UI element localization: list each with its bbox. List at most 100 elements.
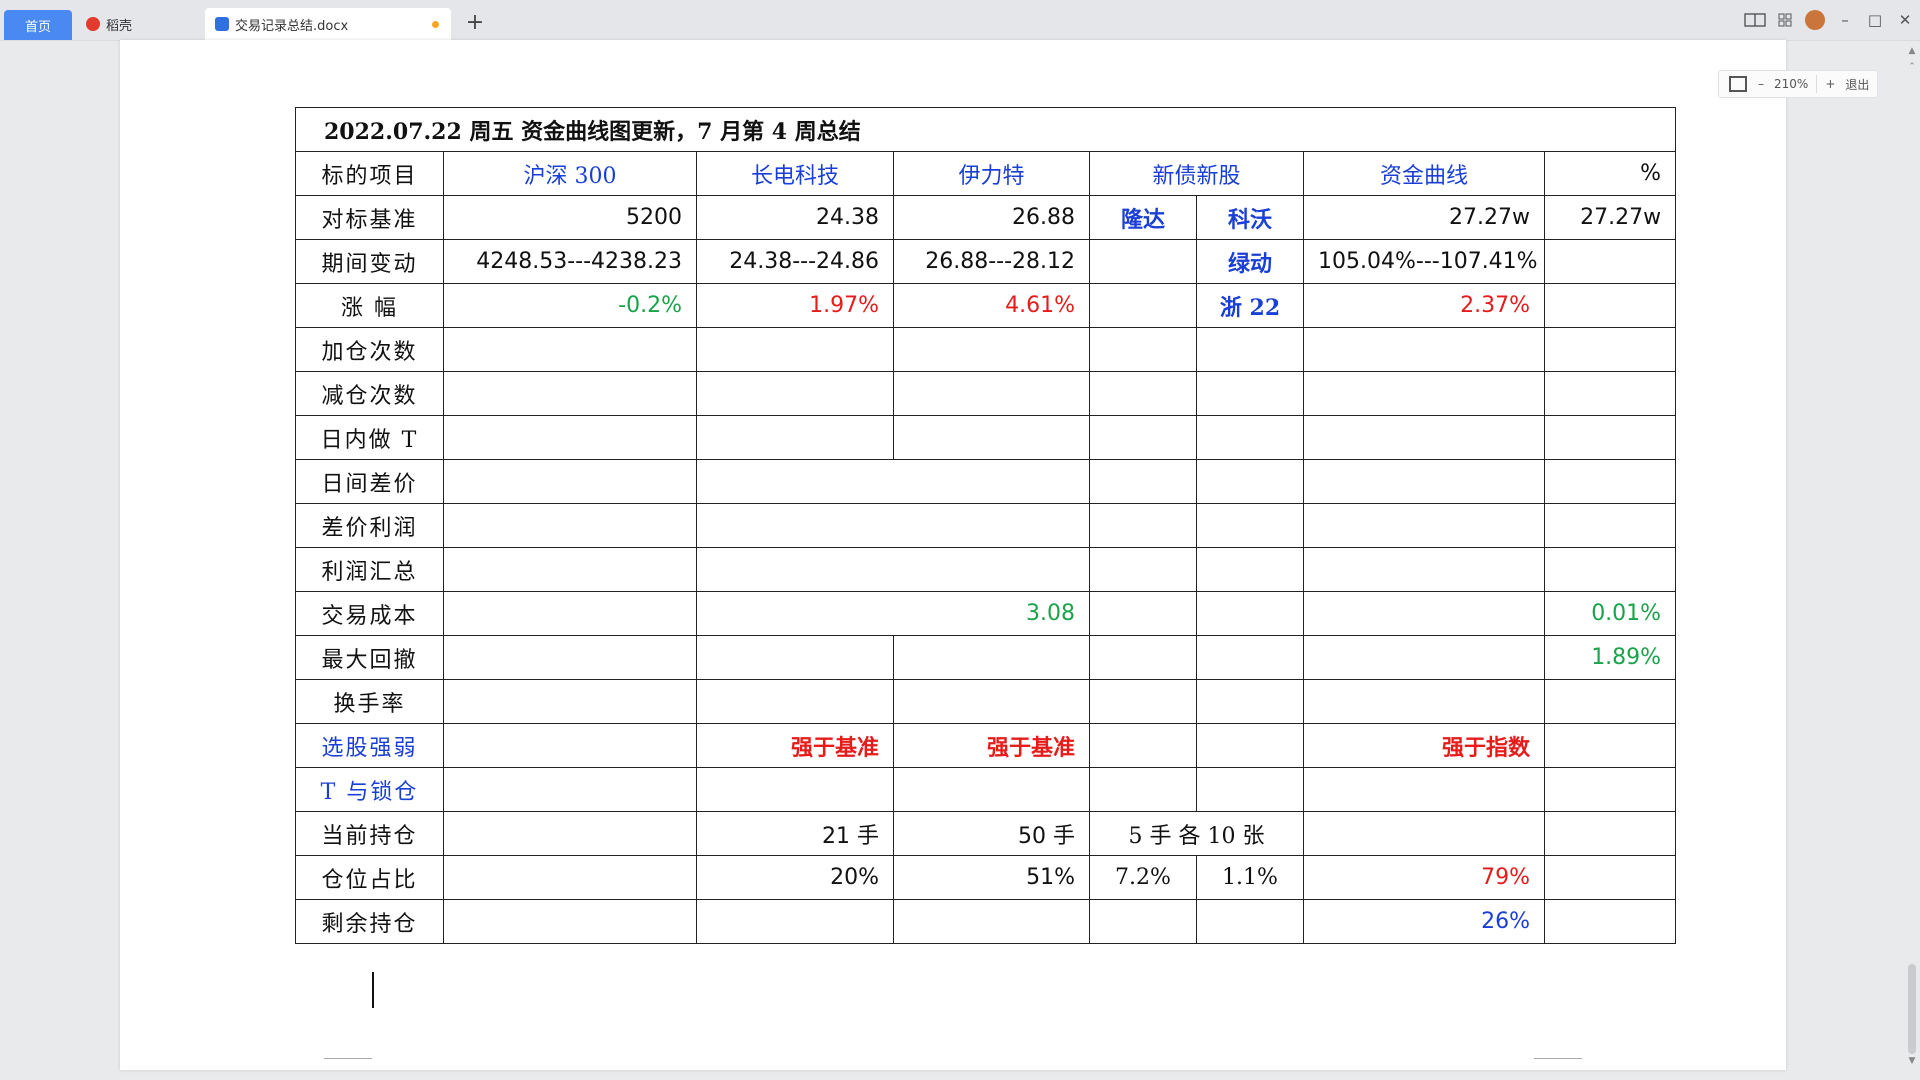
row-label[interactable]: 对标基准 bbox=[295, 195, 444, 240]
table-cell[interactable]: 1.89% bbox=[1543, 635, 1677, 680]
table-cell[interactable] bbox=[1543, 767, 1677, 812]
row-label[interactable]: 仓位占比 bbox=[295, 855, 444, 900]
table-cell[interactable] bbox=[1543, 723, 1677, 768]
layout-toggle-icon[interactable] bbox=[1740, 6, 1770, 34]
table-cell[interactable]: 24.38---24.86 bbox=[696, 239, 894, 284]
table-cell[interactable] bbox=[1089, 723, 1197, 768]
table-cell[interactable] bbox=[696, 371, 894, 416]
table-cell[interactable]: 强于指数 bbox=[1303, 723, 1545, 768]
scroll-down-icon[interactable]: ▼ bbox=[1907, 1056, 1917, 1066]
table-cell[interactable] bbox=[443, 811, 697, 856]
row-label[interactable]: 最大回撤 bbox=[295, 635, 444, 680]
table-cell[interactable] bbox=[443, 459, 697, 504]
table-cell[interactable] bbox=[443, 767, 697, 812]
col-header-pct[interactable]: % bbox=[1543, 151, 1677, 196]
table-cell[interactable]: 隆达 bbox=[1089, 195, 1197, 240]
table-cell[interactable] bbox=[1089, 239, 1197, 284]
vertical-scrollbar[interactable]: ▲ ⌃ ▼ bbox=[1906, 44, 1918, 1074]
table-cell[interactable]: 科沃 bbox=[1196, 195, 1304, 240]
table-cell[interactable]: 4248.53---4238.23 bbox=[443, 239, 697, 284]
table-cell[interactable] bbox=[1196, 679, 1304, 724]
table-cell[interactable] bbox=[1196, 459, 1304, 504]
table-cell[interactable]: 26% bbox=[1303, 899, 1545, 944]
table-cell[interactable] bbox=[1303, 327, 1545, 372]
table-cell[interactable]: 27.27w bbox=[1303, 195, 1545, 240]
table-cell[interactable] bbox=[443, 723, 697, 768]
table-cell[interactable]: 51% bbox=[893, 855, 1090, 900]
table-cell[interactable] bbox=[893, 327, 1090, 372]
scroll-up-icon[interactable]: ▲ bbox=[1907, 46, 1917, 56]
table-cell[interactable] bbox=[443, 899, 697, 944]
table-cell[interactable]: 27.27w bbox=[1543, 195, 1677, 240]
table-cell[interactable] bbox=[443, 855, 697, 900]
table-cell[interactable] bbox=[443, 327, 697, 372]
row-label[interactable]: 涨 幅 bbox=[295, 283, 444, 328]
table-cell[interactable]: 浙 22 bbox=[1196, 283, 1304, 328]
table-cell[interactable] bbox=[1543, 811, 1677, 856]
table-cell[interactable] bbox=[696, 635, 894, 680]
col-header-xzxg[interactable]: 新债新股 bbox=[1089, 151, 1304, 196]
table-cell[interactable] bbox=[1303, 811, 1545, 856]
table-cell[interactable]: 21 手 bbox=[696, 811, 894, 856]
zoom-out-button[interactable]: – bbox=[1753, 77, 1769, 91]
table-cell[interactable] bbox=[1089, 591, 1197, 636]
table-cell[interactable] bbox=[1543, 459, 1677, 504]
table-cell[interactable] bbox=[893, 679, 1090, 724]
row-label[interactable]: 差价利润 bbox=[295, 503, 444, 548]
table-cell[interactable] bbox=[443, 503, 697, 548]
scrollbar-thumb[interactable] bbox=[1908, 964, 1916, 1054]
table-cell[interactable] bbox=[1089, 327, 1197, 372]
table-cell[interactable] bbox=[1089, 899, 1197, 944]
row-label[interactable]: 期间变动 bbox=[295, 239, 444, 284]
row-label[interactable]: T 与锁仓 bbox=[295, 767, 444, 812]
row-label[interactable]: 剩余持仓 bbox=[295, 899, 444, 944]
table-cell[interactable] bbox=[893, 415, 1090, 460]
exit-zoom-button[interactable]: 退出 bbox=[1840, 76, 1874, 93]
table-cell[interactable]: 2.37% bbox=[1303, 283, 1545, 328]
table-cell[interactable] bbox=[696, 899, 894, 944]
table-cell[interactable]: 5200 bbox=[443, 195, 697, 240]
table-cell[interactable] bbox=[696, 459, 1090, 504]
table-cell[interactable] bbox=[1543, 547, 1677, 592]
row-label[interactable]: 利润汇总 bbox=[295, 547, 444, 592]
table-cell[interactable] bbox=[1303, 591, 1545, 636]
table-cell[interactable] bbox=[1196, 767, 1304, 812]
close-button[interactable]: ✕ bbox=[1890, 6, 1920, 34]
table-cell[interactable] bbox=[443, 415, 697, 460]
minimize-button[interactable]: – bbox=[1830, 6, 1860, 34]
table-cell[interactable] bbox=[696, 679, 894, 724]
table-cell[interactable] bbox=[1543, 327, 1677, 372]
table-cell[interactable] bbox=[1196, 327, 1304, 372]
table-cell[interactable] bbox=[893, 767, 1090, 812]
table-cell[interactable] bbox=[1543, 239, 1677, 284]
col-header-cdkj[interactable]: 长电科技 bbox=[696, 151, 894, 196]
table-cell[interactable] bbox=[1303, 459, 1545, 504]
table-cell[interactable] bbox=[1543, 371, 1677, 416]
table-cell[interactable] bbox=[1089, 679, 1197, 724]
table-cell[interactable] bbox=[696, 767, 894, 812]
table-cell[interactable] bbox=[893, 635, 1090, 680]
table-cell[interactable] bbox=[1089, 459, 1197, 504]
table-cell[interactable] bbox=[443, 635, 697, 680]
table-cell[interactable] bbox=[1196, 723, 1304, 768]
table-cell[interactable]: 50 手 bbox=[893, 811, 1090, 856]
table-cell[interactable]: 7.2% bbox=[1089, 855, 1197, 900]
table-cell[interactable] bbox=[443, 679, 697, 724]
table-cell[interactable]: 0.01% bbox=[1543, 591, 1677, 636]
table-cell[interactable] bbox=[443, 547, 697, 592]
table-cell[interactable] bbox=[1196, 371, 1304, 416]
table-cell[interactable]: -0.2% bbox=[443, 283, 697, 328]
table-cell[interactable] bbox=[1543, 283, 1677, 328]
row-label[interactable]: 当前持仓 bbox=[295, 811, 444, 856]
table-cell[interactable] bbox=[1303, 371, 1545, 416]
table-cell[interactable] bbox=[443, 371, 697, 416]
row-label[interactable]: 日内做 T bbox=[295, 415, 444, 460]
new-tab-button[interactable]: + bbox=[462, 10, 488, 36]
row-label[interactable]: 减仓次数 bbox=[295, 371, 444, 416]
table-cell[interactable]: 强于基准 bbox=[696, 723, 894, 768]
scroll-up-page-icon[interactable]: ⌃ bbox=[1907, 62, 1917, 72]
table-cell[interactable] bbox=[1089, 635, 1197, 680]
table-cell[interactable] bbox=[1303, 635, 1545, 680]
table-cell[interactable] bbox=[1543, 855, 1677, 900]
table-cell[interactable]: 3.08 bbox=[696, 591, 1090, 636]
